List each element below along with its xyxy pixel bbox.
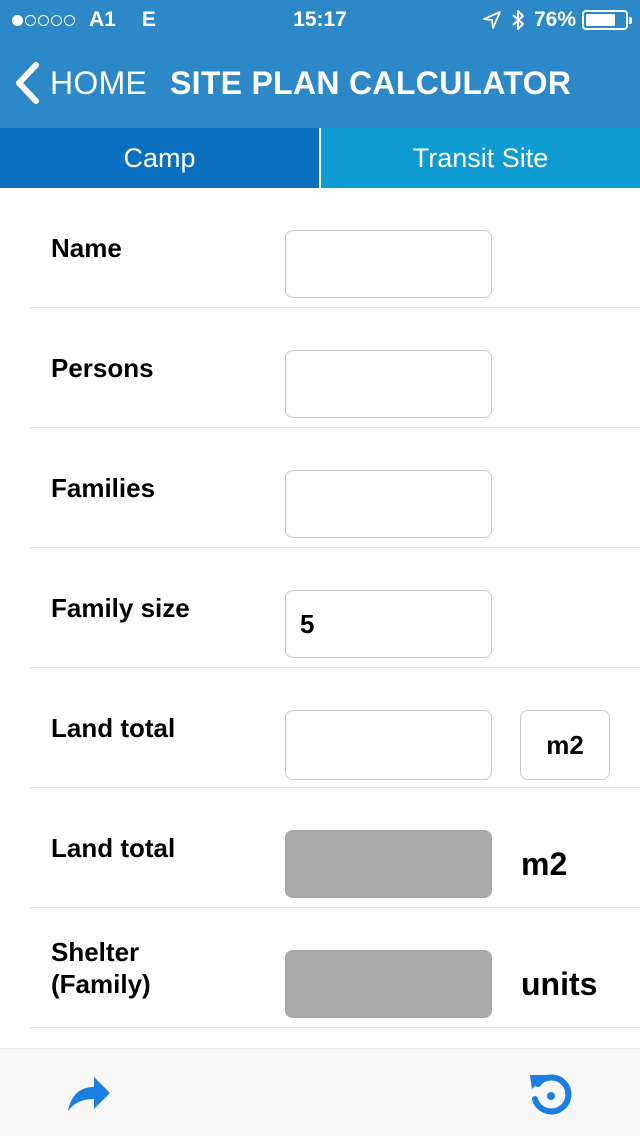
form-row-family-size: Family size xyxy=(0,548,640,668)
tab-transit-site[interactable]: Transit Site xyxy=(321,128,640,188)
header: A1 E 15:17 76% HOME SITE PLAN CALCULATOR xyxy=(0,0,640,128)
form-row-families: Families xyxy=(0,428,640,548)
navigation-bar: HOME SITE PLAN CALCULATOR xyxy=(0,40,640,128)
back-button[interactable]: HOME xyxy=(14,60,147,106)
family-size-input[interactable] xyxy=(285,590,492,658)
status-bar-right: 76% xyxy=(482,6,632,34)
form-row-name: Name xyxy=(0,188,640,308)
land-total-result-field xyxy=(285,830,492,898)
families-label: Families xyxy=(51,472,156,503)
tab-camp[interactable]: Camp xyxy=(0,128,319,188)
form-row-land-total-input: Land total m2 xyxy=(0,668,640,788)
form-row-shelter-family: Shelter (Family) units xyxy=(0,908,640,1028)
page-title: SITE PLAN CALCULATOR xyxy=(170,65,572,101)
battery-icon xyxy=(582,10,632,30)
bottom-toolbar xyxy=(0,1048,640,1136)
location-arrow-icon xyxy=(483,11,501,29)
name-input[interactable] xyxy=(285,230,492,298)
form-row-land-total-result: Land total m2 xyxy=(0,788,640,908)
status-bar: A1 E 15:17 76% xyxy=(0,0,640,40)
persons-label: Persons xyxy=(51,352,154,383)
land-total-result-label: Land total xyxy=(51,832,176,863)
family-size-label: Family size xyxy=(51,592,190,623)
segmented-tabs: Camp Transit Site xyxy=(0,128,640,188)
back-button-label: HOME xyxy=(50,64,148,101)
shelter-family-label: Shelter (Family) xyxy=(51,936,151,999)
name-label: Name xyxy=(51,232,122,263)
land-total-input[interactable] xyxy=(285,710,492,780)
row-divider xyxy=(30,1027,640,1028)
share-arrow-icon[interactable] xyxy=(66,1071,112,1117)
land-total-label: Land total xyxy=(51,712,176,743)
chevron-left-icon xyxy=(16,62,39,104)
families-input[interactable] xyxy=(285,470,492,538)
reset-icon[interactable] xyxy=(528,1071,574,1117)
land-total-unit: m2 xyxy=(521,845,568,882)
shelter-unit: units xyxy=(521,965,598,1002)
form-row-persons: Persons xyxy=(0,308,640,428)
calculator-form: Name Persons Families Family size Land t… xyxy=(0,188,640,1048)
shelter-family-result-field xyxy=(285,950,492,1018)
persons-input[interactable] xyxy=(285,350,492,418)
battery-percent: 76% xyxy=(533,8,576,31)
bluetooth-icon xyxy=(512,10,524,30)
land-unit-selector[interactable]: m2 xyxy=(520,710,610,780)
